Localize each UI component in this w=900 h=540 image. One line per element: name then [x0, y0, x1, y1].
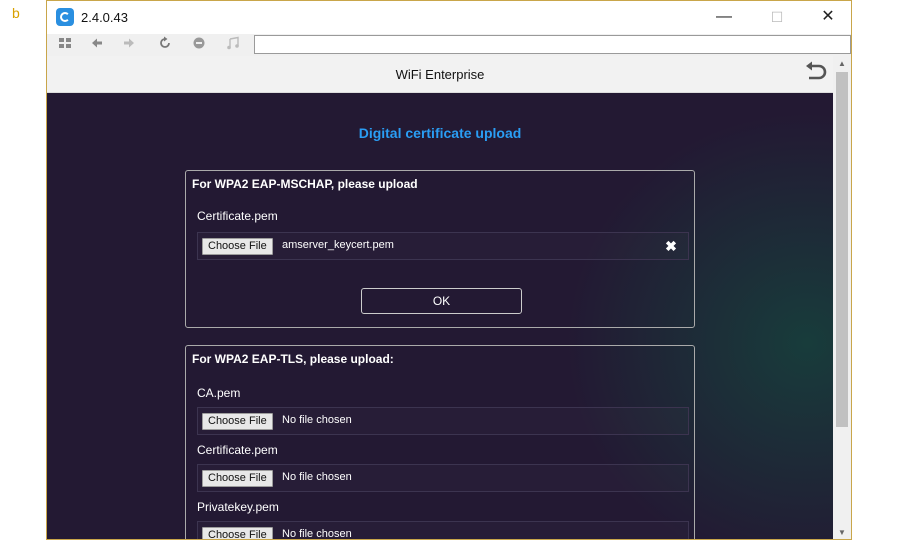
- browser-toolbar: [47, 34, 851, 56]
- back-return-icon[interactable]: [801, 59, 829, 87]
- stop-icon[interactable]: [189, 35, 209, 55]
- page-content: Digital certificate upload For WPA2 EAP-…: [47, 93, 833, 540]
- minimize-button[interactable]: —: [707, 5, 741, 29]
- close-button[interactable]: ✕: [811, 5, 845, 29]
- back-arrow-icon[interactable]: [87, 35, 107, 55]
- scroll-down-arrow-icon[interactable]: ▼: [833, 525, 851, 539]
- tls-privatekey-label: Privatekey.pem: [197, 500, 279, 514]
- tls-box-title: For WPA2 EAP-TLS, please upload:: [192, 352, 394, 366]
- tls-upload-box: For WPA2 EAP-TLS, please upload: CA.pem …: [185, 345, 695, 540]
- selected-file-name: No file chosen: [282, 471, 352, 483]
- tls-privatekey-file-input: Choose File No file chosen: [197, 521, 689, 540]
- tls-ca-file-input: Choose File No file chosen: [197, 407, 689, 435]
- forward-arrow-icon[interactable]: [119, 35, 139, 55]
- app-window: 2.4.0.43 — ☐ ✕ WiFi Enterprise Digital c…: [46, 0, 852, 540]
- maximize-button[interactable]: ☐: [760, 5, 794, 29]
- window-title: 2.4.0.43: [81, 10, 128, 25]
- selected-file-name: amserver_keycert.pem: [282, 239, 394, 251]
- mschap-upload-box: For WPA2 EAP-MSCHAP, please upload Certi…: [185, 170, 695, 328]
- scroll-up-arrow-icon[interactable]: ▲: [833, 56, 851, 72]
- mschap-certificate-label: Certificate.pem: [197, 209, 278, 223]
- grid-icon[interactable]: [55, 35, 75, 55]
- panel-letter: b: [12, 5, 20, 21]
- selected-file-name: No file chosen: [282, 528, 352, 540]
- page-title: WiFi Enterprise: [395, 67, 485, 82]
- choose-file-button[interactable]: Choose File: [202, 470, 273, 487]
- refresh-icon[interactable]: [155, 35, 175, 55]
- selected-file-name: No file chosen: [282, 414, 352, 426]
- vertical-scrollbar[interactable]: ▲ ▼: [833, 56, 851, 539]
- choose-file-button[interactable]: Choose File: [202, 238, 273, 255]
- clear-file-icon[interactable]: ✖: [664, 239, 678, 253]
- section-heading: Digital certificate upload: [358, 125, 522, 141]
- tls-ca-label: CA.pem: [197, 386, 241, 400]
- page-header: WiFi Enterprise: [47, 56, 833, 93]
- tls-certificate-file-input: Choose File No file chosen: [197, 464, 689, 492]
- app-logo-icon: [56, 8, 74, 26]
- music-icon[interactable]: [223, 35, 243, 55]
- title-bar: 2.4.0.43 — ☐ ✕: [47, 1, 851, 34]
- mschap-box-title: For WPA2 EAP-MSCHAP, please upload: [192, 177, 418, 191]
- choose-file-button[interactable]: Choose File: [202, 527, 273, 539]
- address-bar-input[interactable]: [254, 35, 851, 54]
- mschap-certificate-file-input: Choose File amserver_keycert.pem ✖: [197, 232, 689, 260]
- ok-button[interactable]: OK: [361, 288, 522, 314]
- tls-certificate-label: Certificate.pem: [197, 443, 278, 457]
- choose-file-button[interactable]: Choose File: [202, 413, 273, 430]
- scrollbar-thumb[interactable]: [836, 72, 848, 427]
